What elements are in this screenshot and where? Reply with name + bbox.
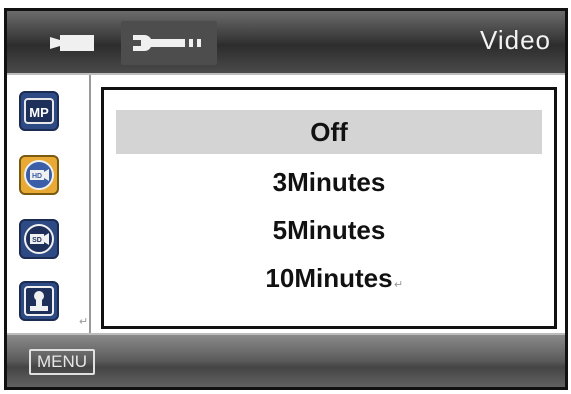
sidebar-item-stamp[interactable]: [19, 281, 59, 321]
svg-text:SD: SD: [32, 237, 42, 244]
menu-button[interactable]: MENU: [29, 349, 96, 375]
option-3-minutes[interactable]: 3Minutes: [116, 160, 542, 204]
return-mark: ↵: [79, 316, 89, 328]
camera-screen: Video MP HD SD ↵ Off 3Minutes 5Minutes 1…: [4, 8, 568, 390]
camcorder-icon: [50, 35, 94, 51]
mp-icon: MP: [24, 98, 54, 124]
sidebar-item-hd-video[interactable]: HD: [19, 155, 59, 195]
option-off[interactable]: Off: [116, 110, 542, 154]
sidebar-item-mp[interactable]: MP: [19, 91, 59, 131]
hd-video-icon: HD: [24, 160, 54, 190]
wrench-icon: [133, 35, 201, 51]
svg-text:HD: HD: [32, 173, 42, 180]
top-bar: Video: [7, 11, 565, 75]
sidebar: MP HD SD ↵: [7, 75, 91, 333]
option-list: Off 3Minutes 5Minutes 10Minutes ↵: [101, 87, 557, 329]
option-10-minutes[interactable]: 10Minutes: [116, 256, 542, 300]
page-title: Video: [479, 25, 551, 55]
bottom-bar: MENU: [7, 333, 565, 387]
return-mark: ↵: [394, 279, 404, 291]
svg-text:MP: MP: [29, 105, 49, 120]
stamp-icon: [24, 286, 54, 316]
option-5-minutes[interactable]: 5Minutes: [116, 208, 542, 252]
tab-video[interactable]: [33, 21, 113, 65]
sidebar-item-sd-video[interactable]: SD: [19, 219, 59, 259]
tab-setup[interactable]: [121, 21, 217, 65]
sd-video-icon: SD: [24, 224, 54, 254]
